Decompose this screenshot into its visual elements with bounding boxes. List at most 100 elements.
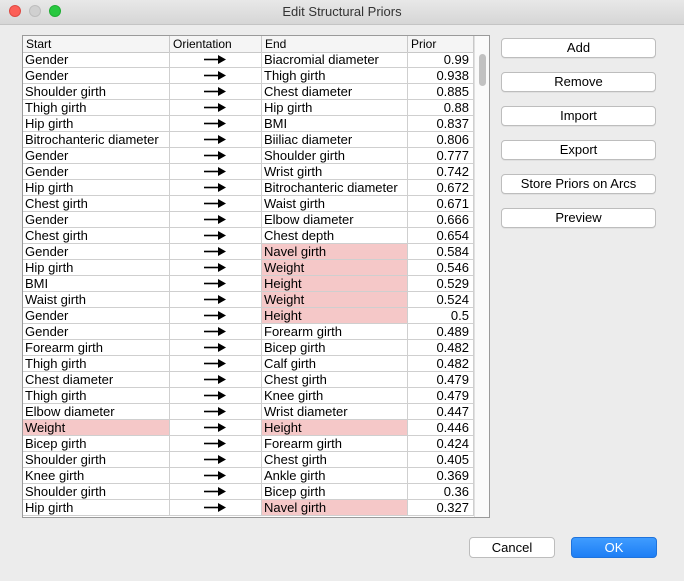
prior-cell[interactable]: 0.546 <box>408 260 474 275</box>
end-cell[interactable]: Height <box>262 308 408 323</box>
orientation-cell[interactable] <box>170 388 262 403</box>
orientation-cell[interactable] <box>170 340 262 355</box>
orientation-cell[interactable] <box>170 404 262 419</box>
end-cell[interactable]: Navel girth <box>262 500 408 515</box>
prior-cell[interactable]: 0.479 <box>408 388 474 403</box>
start-cell[interactable]: Hip girth <box>23 116 170 131</box>
table-row[interactable]: Gender Shoulder girth 0.777 <box>23 148 474 164</box>
start-cell[interactable]: Gender <box>23 164 170 179</box>
orientation-cell[interactable] <box>170 260 262 275</box>
orientation-cell[interactable] <box>170 68 262 83</box>
table-row[interactable]: Gender Elbow diameter 0.666 <box>23 212 474 228</box>
end-cell[interactable]: Thigh girth <box>262 68 408 83</box>
orientation-cell[interactable] <box>170 100 262 115</box>
end-cell[interactable]: BMI <box>262 116 408 131</box>
column-header-prior[interactable]: Prior <box>408 36 474 52</box>
prior-cell[interactable]: 0.405 <box>408 452 474 467</box>
end-cell[interactable]: Bicep girth <box>262 340 408 355</box>
start-cell[interactable]: Gender <box>23 324 170 339</box>
orientation-cell[interactable] <box>170 372 262 387</box>
preview-button[interactable]: Preview <box>501 208 656 228</box>
prior-cell[interactable]: 0.529 <box>408 276 474 291</box>
orientation-cell[interactable] <box>170 196 262 211</box>
end-cell[interactable]: Elbow diameter <box>262 212 408 227</box>
orientation-cell[interactable] <box>170 180 262 195</box>
table-row[interactable]: Weight Height 0.446 <box>23 420 474 436</box>
end-cell[interactable]: Ankle girth <box>262 468 408 483</box>
orientation-cell[interactable] <box>170 244 262 259</box>
prior-cell[interactable]: 0.424 <box>408 436 474 451</box>
column-header-start[interactable]: Start <box>23 36 170 52</box>
end-cell[interactable]: Chest diameter <box>262 84 408 99</box>
end-cell[interactable]: Knee girth <box>262 388 408 403</box>
start-cell[interactable]: BMI <box>23 276 170 291</box>
table-row[interactable]: Hip girth BMI 0.837 <box>23 116 474 132</box>
start-cell[interactable]: Gender <box>23 148 170 163</box>
orientation-cell[interactable] <box>170 420 262 435</box>
start-cell[interactable]: Shoulder girth <box>23 84 170 99</box>
start-cell[interactable]: Shoulder girth <box>23 452 170 467</box>
prior-cell[interactable]: 0.885 <box>408 84 474 99</box>
orientation-cell[interactable] <box>170 164 262 179</box>
start-cell[interactable]: Bicep girth <box>23 436 170 451</box>
orientation-cell[interactable] <box>170 132 262 147</box>
start-cell[interactable]: Chest diameter <box>23 372 170 387</box>
prior-cell[interactable]: 0.99 <box>408 52 474 67</box>
prior-cell[interactable]: 0.524 <box>408 292 474 307</box>
orientation-cell[interactable] <box>170 228 262 243</box>
orientation-cell[interactable] <box>170 52 262 67</box>
table-row[interactable]: Bicep girth Forearm girth 0.424 <box>23 436 474 452</box>
start-cell[interactable]: Chest girth <box>23 228 170 243</box>
ok-button[interactable]: OK <box>571 537 657 558</box>
table-row[interactable]: Gender Wrist girth 0.742 <box>23 164 474 180</box>
prior-cell[interactable]: 0.327 <box>408 500 474 515</box>
end-cell[interactable]: Wrist diameter <box>262 404 408 419</box>
orientation-cell[interactable] <box>170 84 262 99</box>
end-cell[interactable]: Bitrochanteric diameter <box>262 180 408 195</box>
orientation-cell[interactable] <box>170 276 262 291</box>
prior-cell[interactable]: 0.806 <box>408 132 474 147</box>
table-row[interactable]: Chest girth Waist girth 0.671 <box>23 196 474 212</box>
export-button[interactable]: Export <box>501 140 656 160</box>
start-cell[interactable]: Gender <box>23 308 170 323</box>
table-row[interactable]: Hip girth Weight 0.546 <box>23 260 474 276</box>
start-cell[interactable]: Hip girth <box>23 500 170 515</box>
orientation-cell[interactable] <box>170 436 262 451</box>
orientation-cell[interactable] <box>170 500 262 515</box>
end-cell[interactable]: Bicep girth <box>262 484 408 499</box>
end-cell[interactable]: Chest girth <box>262 372 408 387</box>
end-cell[interactable]: Chest depth <box>262 228 408 243</box>
prior-cell[interactable]: 0.938 <box>408 68 474 83</box>
vertical-scrollbar[interactable] <box>474 36 489 517</box>
table-row[interactable]: Shoulder girth Bicep girth 0.36 <box>23 484 474 500</box>
end-cell[interactable]: Shoulder girth <box>262 148 408 163</box>
start-cell[interactable]: Weight <box>23 420 170 435</box>
prior-cell[interactable]: 0.671 <box>408 196 474 211</box>
orientation-cell[interactable] <box>170 292 262 307</box>
end-cell[interactable]: Navel girth <box>262 244 408 259</box>
table-row[interactable]: Chest girth Chest depth 0.654 <box>23 228 474 244</box>
start-cell[interactable]: Elbow diameter <box>23 404 170 419</box>
table-row[interactable]: Shoulder girth Chest diameter 0.885 <box>23 84 474 100</box>
store-priors-on-arcs-button[interactable]: Store Priors on Arcs <box>501 174 656 194</box>
prior-cell[interactable]: 0.88 <box>408 100 474 115</box>
prior-cell[interactable]: 0.5 <box>408 308 474 323</box>
table-row[interactable]: Gender Thigh girth 0.938 <box>23 68 474 84</box>
start-cell[interactable]: Hip girth <box>23 180 170 195</box>
prior-cell[interactable]: 0.742 <box>408 164 474 179</box>
prior-cell[interactable]: 0.369 <box>408 468 474 483</box>
table-row[interactable]: Thigh girth Hip girth 0.88 <box>23 100 474 116</box>
table-row[interactable]: Waist girth Weight 0.524 <box>23 292 474 308</box>
start-cell[interactable]: Thigh girth <box>23 356 170 371</box>
column-header-orientation[interactable]: Orientation <box>170 36 262 52</box>
prior-cell[interactable]: 0.489 <box>408 324 474 339</box>
table-row[interactable]: Gender Biacromial diameter 0.99 <box>23 52 474 68</box>
table-row[interactable]: Shoulder girth Chest girth 0.405 <box>23 452 474 468</box>
end-cell[interactable]: Waist girth <box>262 196 408 211</box>
cancel-button[interactable]: Cancel <box>469 537 555 558</box>
prior-cell[interactable]: 0.36 <box>408 484 474 499</box>
start-cell[interactable]: Shoulder girth <box>23 484 170 499</box>
table-row[interactable]: Thigh girth Knee girth 0.479 <box>23 388 474 404</box>
column-header-end[interactable]: End <box>262 36 408 52</box>
prior-cell[interactable]: 0.837 <box>408 116 474 131</box>
